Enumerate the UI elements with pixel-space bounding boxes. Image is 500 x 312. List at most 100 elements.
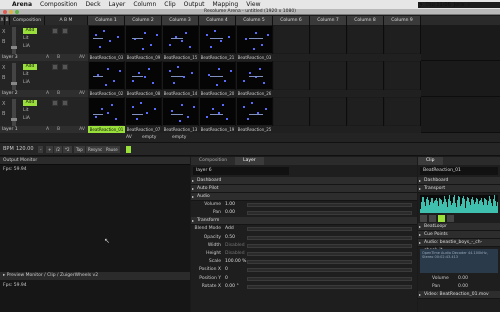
layer-name-bar[interactable]: layer 3 A B AV	[0, 54, 88, 61]
clip-slot[interactable]: BeatReaction_08	[125, 61, 162, 97]
column-header-4[interactable]: Column 4	[199, 16, 236, 25]
param-slider[interactable]	[247, 203, 412, 207]
clip-slot[interactable]	[310, 97, 347, 133]
clip-slot[interactable]: BeatReaction_01	[88, 97, 125, 133]
layer-bypass-x[interactable]: X	[2, 65, 5, 71]
bpm-half-button[interactable]: /2	[54, 146, 62, 153]
menu-layer[interactable]: Layer	[105, 1, 130, 8]
fader-handle[interactable]	[11, 46, 17, 49]
column-header-7[interactable]: Column 7	[310, 16, 347, 25]
clip-slot[interactable]: BeatReaction_02	[88, 61, 125, 97]
layer-bypass-b[interactable]: B	[2, 111, 5, 117]
transform-param-row[interactable]: Position Y 0	[191, 275, 417, 283]
clip-volume-row[interactable]: Volume 0.00	[418, 275, 500, 283]
transform-param-row[interactable]: Position X 0	[191, 266, 417, 274]
clip-slot[interactable]: BeatReaction_03	[236, 25, 273, 61]
param-value[interactable]: Add	[225, 225, 234, 233]
param-slider[interactable]	[247, 251, 412, 256]
column-header-1[interactable]: Column 1	[88, 16, 125, 25]
play-forward-button[interactable]	[438, 215, 445, 222]
layer-mute-toggle[interactable]	[62, 28, 68, 34]
clip-slot[interactable]	[310, 61, 347, 97]
pause-button[interactable]: Pause	[104, 146, 120, 153]
clip-slot[interactable]: BeatReaction_25	[236, 97, 273, 133]
tap-button[interactable]: Tap	[74, 146, 85, 153]
clip-section-audio[interactable]: Audio: beastie_boys_-_ch-check_it	[418, 239, 500, 253]
crossfader-b[interactable]: B	[57, 126, 60, 133]
clip-pan-row[interactable]: Pan 0.00	[418, 283, 500, 291]
clip-section-cue-points[interactable]: Cue Points	[418, 231, 500, 239]
param-value[interactable]: 1.00	[225, 201, 235, 209]
param-slider[interactable]	[247, 243, 412, 248]
blend-add-button[interactable]: Add	[23, 100, 37, 106]
clip-section-beatloopr[interactable]: BeatLoopr	[418, 223, 500, 231]
clip-volume-value[interactable]: 0.00	[458, 275, 468, 283]
param-slider[interactable]	[247, 227, 412, 232]
composition-label[interactable]: Composition	[10, 16, 45, 25]
empty-clip-label[interactable]: empty	[142, 133, 156, 142]
column-header-6[interactable]: Column 6	[273, 16, 310, 25]
empty-clip-label-2[interactable]: empty	[172, 133, 186, 142]
param-value[interactable]: 0.00 °	[225, 283, 239, 291]
layer-bypass-x[interactable]: X	[2, 101, 5, 107]
clip-name-field[interactable]: BeatReaction_01	[420, 167, 498, 175]
menu-app[interactable]: Arena	[8, 1, 36, 8]
section-dashboard[interactable]: Dashboard	[191, 177, 417, 185]
param-slider[interactable]	[247, 268, 412, 273]
transform-param-row[interactable]: Height Disabled	[191, 250, 417, 258]
menu-output[interactable]: Output	[180, 1, 209, 8]
param-slider[interactable]	[247, 284, 412, 289]
audio-param-row[interactable]: Pan 0.00	[191, 209, 417, 217]
pause-clip-button[interactable]	[429, 215, 436, 222]
clip-slot[interactable]	[384, 61, 421, 97]
layer-bypass-x[interactable]: X	[2, 29, 5, 35]
layer-solo-toggle[interactable]	[52, 28, 58, 34]
param-slider[interactable]	[247, 276, 412, 281]
param-value[interactable]: 100.00 %	[225, 258, 246, 266]
fader-handle[interactable]	[11, 118, 17, 121]
layer-mute-toggle[interactable]	[62, 64, 68, 70]
layer-solo-toggle[interactable]	[52, 64, 58, 70]
param-value[interactable]: 0.50	[225, 234, 235, 242]
layer-bypass-b[interactable]: B	[2, 75, 5, 81]
column-header-5[interactable]: Column 5	[236, 16, 273, 25]
search-icon[interactable]: ⌕	[467, 2, 470, 8]
transform-param-row[interactable]: Opacity 0.50	[191, 234, 417, 242]
param-value[interactable]: 0	[225, 275, 228, 283]
param-value[interactable]: Disabled	[225, 242, 245, 250]
close-icon[interactable]	[3, 10, 7, 14]
minimize-icon[interactable]	[9, 10, 13, 14]
tab-clip[interactable]: Clip	[418, 157, 443, 165]
layer-name-bar[interactable]: layer 1 A B AV	[0, 126, 88, 133]
param-slider[interactable]	[247, 235, 412, 240]
clip-slot[interactable]	[310, 25, 347, 61]
zoom-icon[interactable]	[15, 10, 19, 14]
clip-slot[interactable]	[273, 97, 310, 133]
clock[interactable]: Thu 11:06	[425, 2, 450, 8]
clip-pan-value[interactable]: 0.00	[458, 283, 468, 291]
av-toggle[interactable]: AV	[79, 126, 85, 133]
tab-composition[interactable]: Composition	[191, 157, 235, 165]
clip-slot[interactable]: BeatReaction_15	[162, 25, 199, 61]
audio-param-row[interactable]: Volume 1.00	[191, 201, 417, 209]
column-header-3[interactable]: Column 3	[162, 16, 199, 25]
layer-name-field[interactable]: layer 6	[193, 167, 289, 175]
blend-add-button[interactable]: Add	[23, 64, 37, 70]
param-slider[interactable]	[247, 260, 412, 265]
column-header-9[interactable]: Column 9	[384, 16, 421, 25]
bpm-value[interactable]: 120.00	[16, 146, 34, 152]
clip-slot[interactable]: BeatReaction_20	[199, 61, 236, 97]
clip-slot[interactable]: BeatReaction_13	[162, 97, 199, 133]
section-audio[interactable]: Audio	[191, 193, 417, 201]
section-transform[interactable]: Transform	[191, 217, 417, 226]
waveform-display[interactable]	[420, 195, 498, 213]
clip-slot[interactable]	[384, 25, 421, 61]
clip-slot[interactable]: BeatReaction_14	[162, 61, 199, 97]
column-header-8[interactable]: Column 8	[347, 16, 384, 25]
column-header-2[interactable]: Column 2	[125, 16, 162, 25]
menu-view[interactable]: View	[242, 1, 264, 8]
layer-solo-toggle[interactable]	[52, 100, 58, 106]
av-label[interactable]: AV	[126, 133, 132, 142]
clip-slot[interactable]: BeatReaction_03	[88, 25, 125, 61]
blend-add-button[interactable]: Add	[23, 28, 37, 34]
